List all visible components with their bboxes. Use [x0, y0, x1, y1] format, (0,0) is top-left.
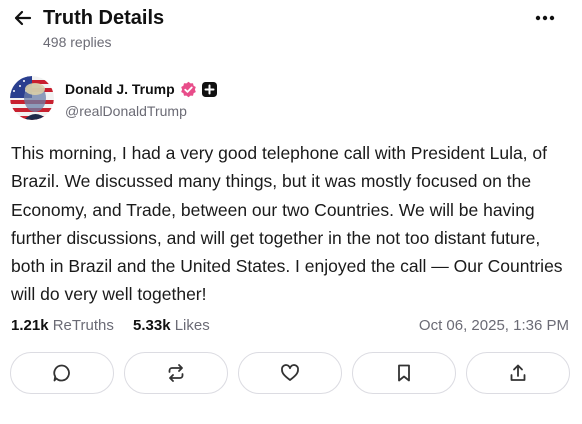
retruth-icon	[168, 364, 184, 382]
more-horizontal-icon	[535, 15, 555, 21]
verified-badge-icon	[180, 81, 197, 98]
likes-stat[interactable]: 5.33k Likes	[133, 316, 210, 336]
replies-count: 498 replies	[43, 34, 112, 50]
arrow-left-icon	[14, 10, 32, 26]
post-stats: 1.21k ReTruths 5.33k Likes Oct 06, 2025,…	[11, 316, 571, 336]
bookmark-button[interactable]	[352, 352, 456, 394]
action-bar	[10, 352, 572, 394]
bookmark-icon	[398, 364, 410, 382]
post-text: This morning, I had a very good telephon…	[11, 143, 563, 305]
author-name[interactable]: Donald J. Trump	[65, 80, 175, 98]
author-handle[interactable]: @realDonaldTrump	[65, 102, 187, 120]
author-name-row: Donald J. Trump	[65, 80, 217, 98]
post-timestamp: Oct 06, 2025, 1:36 PM	[418, 317, 569, 334]
reply-icon	[53, 364, 70, 382]
avatar[interactable]	[10, 76, 54, 120]
retruths-stat[interactable]: 1.21k ReTruths	[11, 316, 114, 336]
user-avatar	[10, 76, 54, 120]
like-icon	[281, 364, 299, 381]
share-icon	[510, 364, 526, 381]
page-header: Truth Details 498 replies	[0, 0, 582, 58]
author-block: Donald J. Trump @realDonaldTrump	[10, 76, 570, 120]
retruths-label: ReTruths	[52, 317, 114, 334]
like-button[interactable]	[238, 352, 342, 394]
plus-badge-icon	[201, 81, 217, 97]
page-title: Truth Details	[43, 7, 165, 29]
retruths-count: 1.21k	[11, 317, 49, 334]
reply-button[interactable]	[10, 352, 114, 394]
likes-label: Likes	[174, 317, 210, 334]
retruth-button[interactable]	[124, 352, 228, 394]
back-button[interactable]	[10, 5, 36, 31]
likes-count: 5.33k	[133, 317, 171, 334]
more-options-button[interactable]	[530, 8, 560, 28]
share-button[interactable]	[466, 352, 570, 394]
